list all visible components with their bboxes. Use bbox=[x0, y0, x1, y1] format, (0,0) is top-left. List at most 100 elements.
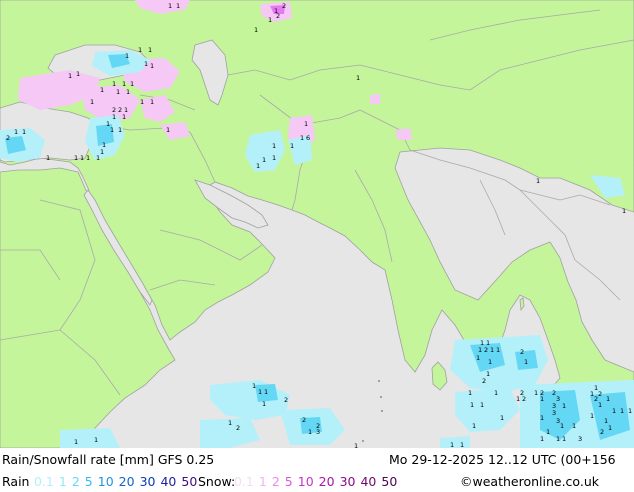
value-label: 1 bbox=[112, 113, 116, 121]
value-label: 1 bbox=[272, 142, 276, 150]
value-label: 1 bbox=[540, 435, 544, 443]
value-label: 2 bbox=[600, 428, 604, 436]
value-label: 1 bbox=[470, 401, 474, 409]
value-label: 1 bbox=[228, 419, 232, 427]
value-label: 6 bbox=[306, 134, 310, 142]
value-label: 3 bbox=[316, 428, 320, 436]
snow-legend-value: 20 bbox=[318, 474, 335, 489]
value-label: 1 bbox=[258, 388, 262, 396]
value-label: 1 bbox=[74, 154, 78, 162]
value-label: 1 bbox=[272, 154, 276, 162]
value-label: 1 bbox=[80, 154, 84, 162]
value-label: 1 bbox=[126, 88, 130, 96]
snow-legend-label: Snow: bbox=[198, 474, 236, 489]
rain-legend-value: 10 bbox=[97, 474, 114, 489]
value-label: 1 bbox=[14, 128, 18, 136]
value-label: 3 bbox=[578, 435, 582, 443]
rain-legend-label: Rain bbox=[2, 474, 30, 489]
footer-legend-row: Rain 0.1 1 2 5 10 20 30 40 50 Snow: 0.1 1 2 5 10 20 30… bbox=[0, 472, 634, 492]
value-label: 1 bbox=[496, 346, 500, 354]
rain-legend-value: 0.1 bbox=[34, 474, 54, 489]
snow-legend-value: 2 bbox=[271, 474, 280, 489]
value-label: 1 bbox=[304, 120, 308, 128]
value-label: 1 bbox=[308, 428, 312, 436]
value-label: 2 bbox=[284, 396, 288, 404]
value-label: 1 bbox=[612, 407, 616, 415]
value-label: 1 bbox=[450, 441, 454, 448]
value-label: 1 bbox=[122, 113, 126, 121]
value-label: 1 bbox=[176, 2, 180, 10]
value-label: 1 bbox=[96, 154, 100, 162]
value-label: 1 bbox=[264, 388, 268, 396]
value-label: 1 bbox=[116, 88, 120, 96]
value-label: 1 bbox=[76, 70, 80, 78]
value-label: 1 bbox=[110, 126, 114, 134]
value-label: 3 bbox=[552, 409, 556, 417]
value-label: 1 bbox=[300, 134, 304, 142]
value-label: 1 bbox=[472, 422, 476, 430]
value-label: 1 bbox=[46, 154, 50, 162]
value-label: 1 bbox=[546, 428, 550, 436]
value-label: 1 bbox=[68, 72, 72, 80]
value-label: 1 bbox=[90, 98, 94, 106]
value-label: 1 bbox=[74, 438, 78, 446]
value-label: 2 bbox=[520, 348, 524, 356]
value-label: 1 bbox=[562, 435, 566, 443]
value-label: 1 bbox=[540, 395, 544, 403]
value-label: 2 bbox=[236, 424, 240, 432]
rain-legend-value: 1 bbox=[58, 474, 67, 489]
value-label: 1 bbox=[622, 207, 626, 215]
footer-title-row: Rain/Snowfall rate [mm] GFS 0.25 Mo 29-1… bbox=[0, 450, 634, 470]
value-label: 1 bbox=[494, 389, 498, 397]
snow-legend-value: 40 bbox=[360, 474, 377, 489]
value-label: 2 bbox=[276, 12, 280, 20]
rain-legend-value: 30 bbox=[139, 474, 156, 489]
value-label: 1 bbox=[150, 98, 154, 106]
snow-legend-value: 30 bbox=[339, 474, 356, 489]
snow-legend-value: 5 bbox=[284, 474, 293, 489]
value-label: 1 bbox=[486, 370, 490, 378]
value-label: 2 bbox=[282, 2, 286, 10]
value-label: 1 bbox=[112, 80, 116, 88]
rain-legend-value: 50 bbox=[181, 474, 198, 489]
value-label: 1 bbox=[620, 407, 624, 415]
map-title: Rain/Snowfall rate [mm] GFS 0.25 bbox=[2, 452, 215, 467]
value-label: 1 bbox=[476, 354, 480, 362]
value-label: 1 bbox=[516, 395, 520, 403]
value-label: 1 bbox=[254, 26, 258, 34]
value-label: 1 bbox=[290, 142, 294, 150]
value-label: 1 bbox=[524, 358, 528, 366]
value-label: 3 bbox=[556, 395, 560, 403]
value-label: 1 bbox=[500, 414, 504, 422]
value-label: 1 bbox=[488, 358, 492, 366]
value-label: 2 bbox=[302, 416, 306, 424]
value-label: 1 bbox=[130, 80, 134, 88]
value-label: 1 bbox=[140, 98, 144, 106]
value-label: 1 bbox=[144, 60, 148, 68]
value-label: 1 bbox=[606, 395, 610, 403]
value-label: 1 bbox=[608, 424, 612, 432]
value-label: 2 bbox=[484, 346, 488, 354]
rain-legend-value: 40 bbox=[160, 474, 177, 489]
value-label: 1 bbox=[490, 346, 494, 354]
value-label: 1 bbox=[480, 401, 484, 409]
credit-link[interactable]: ©weatheronline.co.uk bbox=[460, 472, 599, 492]
value-label: 1 bbox=[562, 402, 566, 410]
value-label: 1 bbox=[256, 162, 260, 170]
value-label: 1 bbox=[150, 62, 154, 70]
value-label: 1 bbox=[168, 2, 172, 10]
value-label: 1 bbox=[356, 74, 360, 82]
snow-legend-value: 10 bbox=[297, 474, 314, 489]
value-label: 1 bbox=[268, 16, 272, 24]
snow-legend-value: 1 bbox=[258, 474, 267, 489]
value-label: 1 bbox=[125, 52, 129, 60]
forecast-datetime: Mo 29-12-2025 12..12 UTC (00+156 bbox=[389, 452, 616, 467]
value-label: 1 bbox=[572, 422, 576, 430]
snow-legend-scale: 0.1 1 2 5 10 20 30 40 50 bbox=[234, 472, 402, 492]
value-label: 1 bbox=[94, 436, 98, 444]
value-label: 1 bbox=[118, 126, 122, 134]
snow-legend-value: 0.1 bbox=[234, 474, 254, 489]
value-label: 1 bbox=[22, 128, 26, 136]
value-label: 1 bbox=[100, 148, 104, 156]
value-label: 1 bbox=[100, 86, 104, 94]
